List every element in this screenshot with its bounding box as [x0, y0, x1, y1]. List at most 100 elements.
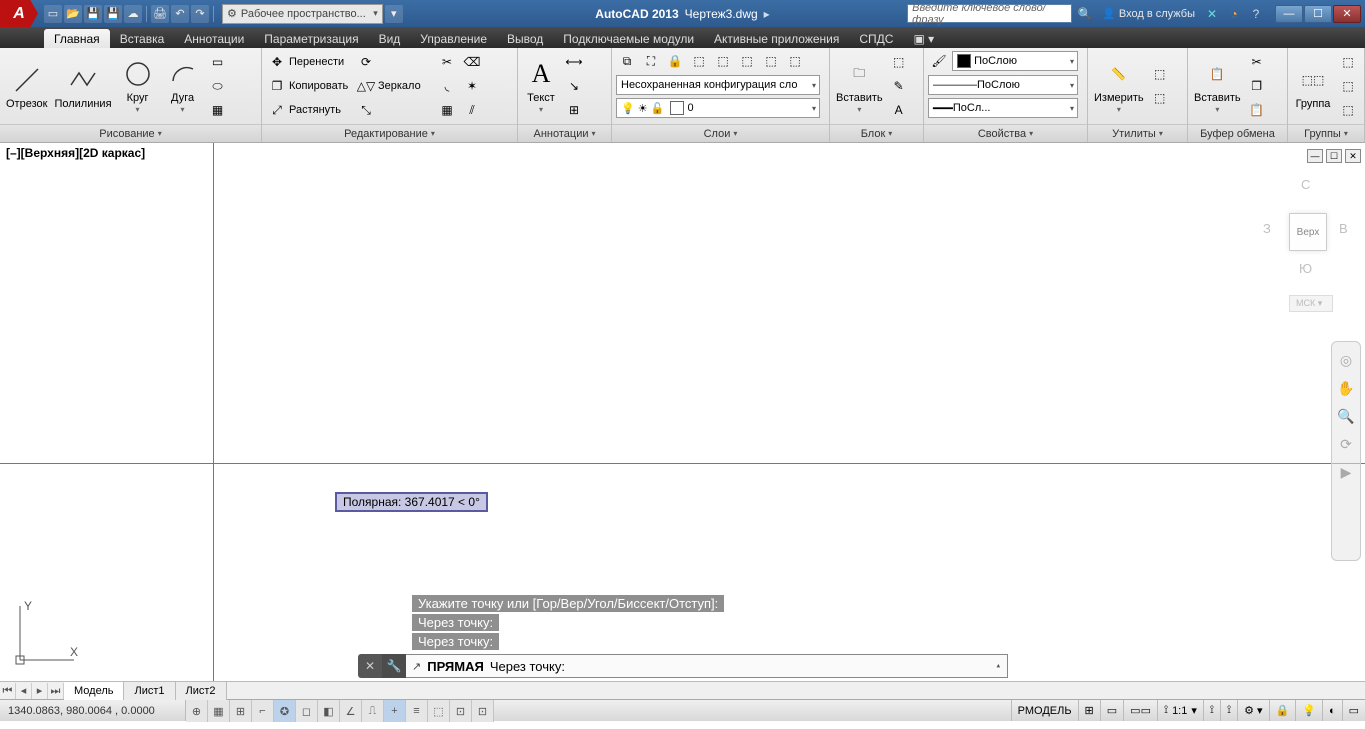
dim-linear-icon[interactable]: ⟷	[563, 51, 585, 73]
trim-icon[interactable]: ✂	[436, 51, 458, 73]
line-button[interactable]: Отрезок	[4, 51, 49, 121]
tab-manage[interactable]: Управление	[410, 29, 497, 48]
nav-pan-icon[interactable]: ✋	[1336, 378, 1356, 398]
tab-model[interactable]: Модель	[64, 682, 124, 700]
ellipse-icon[interactable]: ⬭	[207, 75, 229, 97]
explode-icon[interactable]: ✶	[461, 75, 483, 97]
paste-button[interactable]: 📋Вставить▾	[1192, 51, 1243, 121]
qat-open-icon[interactable]: 📂	[64, 5, 82, 23]
copy-clip-icon[interactable]: ❐	[1246, 75, 1268, 97]
lt-last-icon[interactable]: ⏭	[48, 683, 64, 699]
polyline-button[interactable]: Полилиния	[52, 51, 113, 121]
qat-save-icon[interactable]: 💾	[84, 5, 102, 23]
sb-3dosnap-icon[interactable]: ◧	[318, 700, 340, 722]
layer-icon-6[interactable]: ⬚	[736, 50, 758, 72]
title-arrow-icon[interactable]: ▸	[764, 7, 770, 21]
tab-output[interactable]: Вывод	[497, 29, 553, 48]
layer-state-combo[interactable]: Несохраненная конфигурация сло	[616, 75, 820, 95]
qat-cloud-icon[interactable]: ☁	[124, 5, 142, 23]
command-input[interactable]: ↗ ПРЯМАЯ Через точку:	[406, 654, 1008, 678]
hatch-icon[interactable]: ▦	[207, 99, 229, 121]
layer-icon-8[interactable]: ⬚	[784, 50, 806, 72]
group-bbox-icon[interactable]: ⬚	[1337, 99, 1359, 121]
maximize-button[interactable]: ☐	[1304, 5, 1332, 23]
app-logo[interactable]: A	[0, 0, 38, 27]
ungroup-icon[interactable]: ⬚	[1337, 51, 1359, 73]
nav-zoom-icon[interactable]: 🔍	[1336, 406, 1356, 426]
sb-grid2-icon[interactable]: ⊞	[1078, 700, 1100, 721]
edit-block-icon[interactable]: ✎	[888, 75, 910, 97]
sb-osnap-icon[interactable]: ◻	[296, 700, 318, 722]
erase-icon[interactable]: ⌫	[461, 51, 483, 73]
viewport-label[interactable]: [–][Верхняя][2D каркас]	[6, 146, 145, 160]
tab-layout1[interactable]: Лист1	[124, 682, 175, 700]
tab-plugins[interactable]: Подключаемые модули	[553, 29, 704, 48]
vp-minimize-icon[interactable]: —	[1307, 149, 1323, 163]
array-icon[interactable]: ▦	[436, 99, 458, 121]
qat-print-icon[interactable]: 🖨	[151, 5, 169, 23]
tab-active-apps[interactable]: Активные приложения	[704, 29, 849, 48]
attr-icon[interactable]: A	[888, 99, 910, 121]
nav-showmotion-icon[interactable]: ▶	[1336, 462, 1356, 482]
lt-next-icon[interactable]: ▸	[32, 683, 48, 699]
leader-icon[interactable]: ↘	[563, 75, 585, 97]
qat-redo-icon[interactable]: ↷	[191, 5, 209, 23]
lt-first-icon[interactable]: ⏮	[0, 683, 16, 699]
util-icon-1[interactable]: ⬚	[1149, 63, 1171, 85]
tab-layout2[interactable]: Лист2	[176, 682, 227, 700]
tab-insert[interactable]: Вставка	[110, 29, 175, 48]
cmd-close-icon[interactable]: ✕	[358, 654, 382, 678]
layer-current-combo[interactable]: 💡 ☀ 🔓 0	[616, 98, 820, 118]
tab-annotations[interactable]: Аннотации	[174, 29, 254, 48]
copy-button[interactable]: ❐Копировать	[266, 75, 352, 97]
sb-ducs-icon[interactable]: ⎍	[362, 700, 384, 722]
lt-prev-icon[interactable]: ◂	[16, 683, 32, 699]
move-button[interactable]: ✥Перенести	[266, 51, 352, 73]
sb-clean-icon[interactable]: ▭	[1342, 700, 1365, 721]
tab-parametric[interactable]: Параметризация	[254, 29, 368, 48]
util-icon-2[interactable]: ⬚	[1149, 87, 1171, 109]
circle-button[interactable]: Круг▾	[117, 51, 159, 121]
minimize-button[interactable]: —	[1275, 5, 1303, 23]
sb-ortho-icon[interactable]: ⌐	[252, 700, 274, 722]
exchange-icon[interactable]: ✕	[1203, 5, 1221, 23]
insert-block-button[interactable]: 🗀Вставить▾	[834, 51, 885, 121]
cut-icon[interactable]: ✂	[1246, 51, 1268, 73]
layer-icon-2[interactable]: ⛶	[640, 50, 662, 72]
lineweight-combo[interactable]: ━━━ ПоСл...	[928, 98, 1078, 118]
viewcube-wcs[interactable]: МСК ▾	[1289, 295, 1333, 312]
sb-qv-drawings-icon[interactable]: ▭▭	[1123, 700, 1157, 721]
offset-icon[interactable]: ⫽	[461, 99, 483, 121]
arc-button[interactable]: Дуга▾	[162, 51, 204, 121]
sb-annoscale[interactable]: ⟟ 1:1 ▾	[1157, 700, 1203, 721]
measure-button[interactable]: 📏Измерить▾	[1092, 51, 1146, 121]
sb-qp-icon[interactable]: ⊡	[450, 700, 472, 722]
close-button[interactable]: ✕	[1333, 5, 1361, 23]
signin-link[interactable]: 👤 Вход в службы	[1098, 7, 1199, 20]
sb-ws-icon[interactable]: ⚙ ▾	[1237, 700, 1268, 721]
qat-new-icon[interactable]: ▭	[44, 5, 62, 23]
sb-qv-layouts-icon[interactable]: ▭	[1100, 700, 1123, 721]
help-icon[interactable]: ?	[1247, 5, 1265, 23]
sb-sc-icon[interactable]: ⊡	[472, 700, 494, 722]
fillet-icon[interactable]: ◟	[436, 75, 458, 97]
qat-saveas-icon[interactable]: 💾	[104, 5, 122, 23]
sb-hardware-icon[interactable]: 💡	[1295, 700, 1322, 721]
text-button[interactable]: AТекст▾	[522, 51, 560, 121]
search-input[interactable]: Введите ключевое слово/фразу	[907, 4, 1072, 23]
sb-lock-icon[interactable]: 🔒	[1269, 700, 1296, 721]
sb-tpy-icon[interactable]: ⬚	[428, 700, 450, 722]
tab-main[interactable]: Главная	[44, 29, 110, 48]
cmd-wrench-icon[interactable]: 🔧	[382, 654, 406, 678]
sb-lwt-icon[interactable]: ≡	[406, 700, 428, 722]
qat-dropdown-icon[interactable]: ▾	[385, 5, 403, 23]
viewcube[interactable]: С З Верх В Ю МСК ▾	[1243, 171, 1343, 331]
sb-grid-icon[interactable]: ⊞	[230, 700, 252, 722]
group-edit-icon[interactable]: ⬚	[1337, 75, 1359, 97]
layer-icon-4[interactable]: ⬚	[688, 50, 710, 72]
search-icon[interactable]: 🔍	[1076, 5, 1094, 23]
tab-view[interactable]: Вид	[369, 29, 411, 48]
tab-expand-icon[interactable]: ▣ ▾	[903, 29, 944, 48]
sb-otrack-icon[interactable]: ∠	[340, 700, 362, 722]
rotate-button[interactable]: ⟳	[355, 51, 433, 73]
